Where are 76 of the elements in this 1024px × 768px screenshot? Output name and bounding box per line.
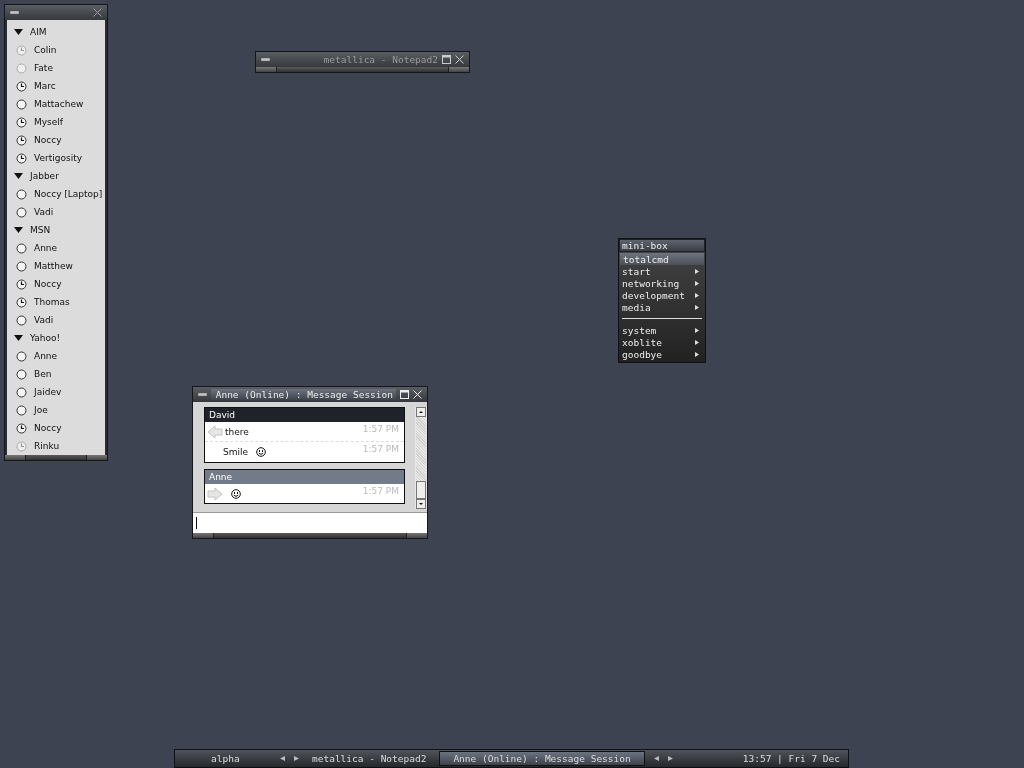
- right-arrow-icon: [207, 486, 223, 501]
- clock: 13:57 | Fri 7 Dec: [742, 753, 840, 764]
- message-time: 1:57 PM: [362, 424, 399, 434]
- contact-name[interactable]: Mattachew: [34, 99, 84, 109]
- contact-name[interactable]: Colin: [34, 45, 57, 55]
- group-name[interactable]: Yahoo!: [30, 333, 61, 343]
- maximize-icon[interactable]: [442, 55, 451, 64]
- window-handle[interactable]: [26, 455, 86, 460]
- message-input-field[interactable]: [193, 512, 427, 533]
- resize-grip[interactable]: [256, 67, 276, 72]
- scrollbar[interactable]: [415, 407, 427, 509]
- group-name[interactable]: AIM: [30, 27, 47, 37]
- menu-item[interactable]: xoblite: [619, 336, 705, 348]
- task-button[interactable]: Anne (Online) : Message Session: [439, 751, 645, 766]
- resize-grip[interactable]: [407, 533, 427, 538]
- resize-grip[interactable]: [449, 67, 469, 72]
- contact-name[interactable]: Vertigosity: [34, 153, 82, 163]
- contact-name[interactable]: Anne: [34, 243, 58, 253]
- scroll-thumb[interactable]: [416, 481, 426, 499]
- contact-name[interactable]: Vadi: [34, 207, 54, 217]
- resize-grip[interactable]: [193, 533, 213, 538]
- window-title: Anne (Online) : Message Session: [211, 389, 396, 400]
- minimize-icon[interactable]: [10, 10, 19, 15]
- menu-item[interactable]: totalcmd: [620, 253, 704, 265]
- contact-name[interactable]: Joe: [34, 405, 48, 415]
- menu-item[interactable]: goodbye: [619, 348, 705, 360]
- contact-name[interactable]: Anne: [34, 351, 58, 361]
- left-arrow-icon: [207, 424, 223, 439]
- contact-name[interactable]: Matthew: [34, 261, 73, 271]
- next-arrow-icon[interactable]: [667, 756, 673, 761]
- resize-grip[interactable]: [87, 455, 107, 460]
- contact-name[interactable]: Noccy: [34, 423, 62, 433]
- expander-icon[interactable]: [14, 173, 23, 179]
- message-time: 1:57 PM: [362, 444, 399, 454]
- message-text: Smile: [223, 447, 249, 457]
- contact-name[interactable]: Ben: [34, 369, 52, 379]
- group-name[interactable]: MSN: [30, 225, 51, 235]
- previous-arrow-icon[interactable]: [653, 756, 659, 761]
- sender-name: Anne: [205, 470, 404, 484]
- contact-name[interactable]: Myself: [34, 117, 63, 127]
- menu-item[interactable]: development: [619, 289, 705, 301]
- contact-name[interactable]: Vadi: [34, 315, 54, 325]
- message-text: there: [225, 426, 249, 437]
- expander-icon[interactable]: [14, 29, 23, 35]
- scroll-down-icon[interactable]: [416, 499, 426, 509]
- contact-name[interactable]: Jaidev: [34, 387, 62, 397]
- contact-name[interactable]: Marc: [34, 81, 56, 91]
- contact-name[interactable]: Noccy: [34, 279, 62, 289]
- contact-name[interactable]: Noccy: [34, 135, 62, 145]
- window-title: metallica - Notepad2: [322, 54, 438, 65]
- contact-name[interactable]: Noccy [Laptop]: [34, 189, 103, 199]
- menu-item[interactable]: networking: [619, 277, 705, 289]
- contact-name[interactable]: Rinku: [34, 441, 60, 451]
- minimize-icon[interactable]: [198, 392, 207, 397]
- expander-icon[interactable]: [14, 335, 23, 341]
- menu-title: mini-box: [619, 239, 705, 252]
- minimize-icon[interactable]: [261, 57, 270, 62]
- expander-icon[interactable]: [14, 227, 23, 233]
- close-icon[interactable]: [455, 55, 464, 64]
- next-arrow-icon[interactable]: [294, 756, 299, 761]
- contact-name[interactable]: Fate: [34, 63, 53, 73]
- message-time: 1:57 PM: [362, 486, 399, 496]
- workspace-label[interactable]: alpha: [211, 753, 271, 764]
- menu-item[interactable]: system: [619, 324, 705, 336]
- previous-arrow-icon[interactable]: [280, 756, 285, 761]
- group-name[interactable]: Jabber: [30, 171, 59, 181]
- window-handle[interactable]: [277, 67, 448, 72]
- resize-grip[interactable]: [5, 455, 25, 460]
- scroll-up-icon[interactable]: [416, 407, 426, 417]
- sender-name: David: [205, 408, 404, 422]
- menu-item[interactable]: media: [619, 301, 705, 313]
- menu-item[interactable]: start: [619, 265, 705, 277]
- window-handle[interactable]: [214, 533, 406, 538]
- close-icon[interactable]: [93, 8, 102, 17]
- contact-name[interactable]: Thomas: [34, 297, 70, 307]
- task-button[interactable]: metallica - Notepad2: [308, 752, 431, 765]
